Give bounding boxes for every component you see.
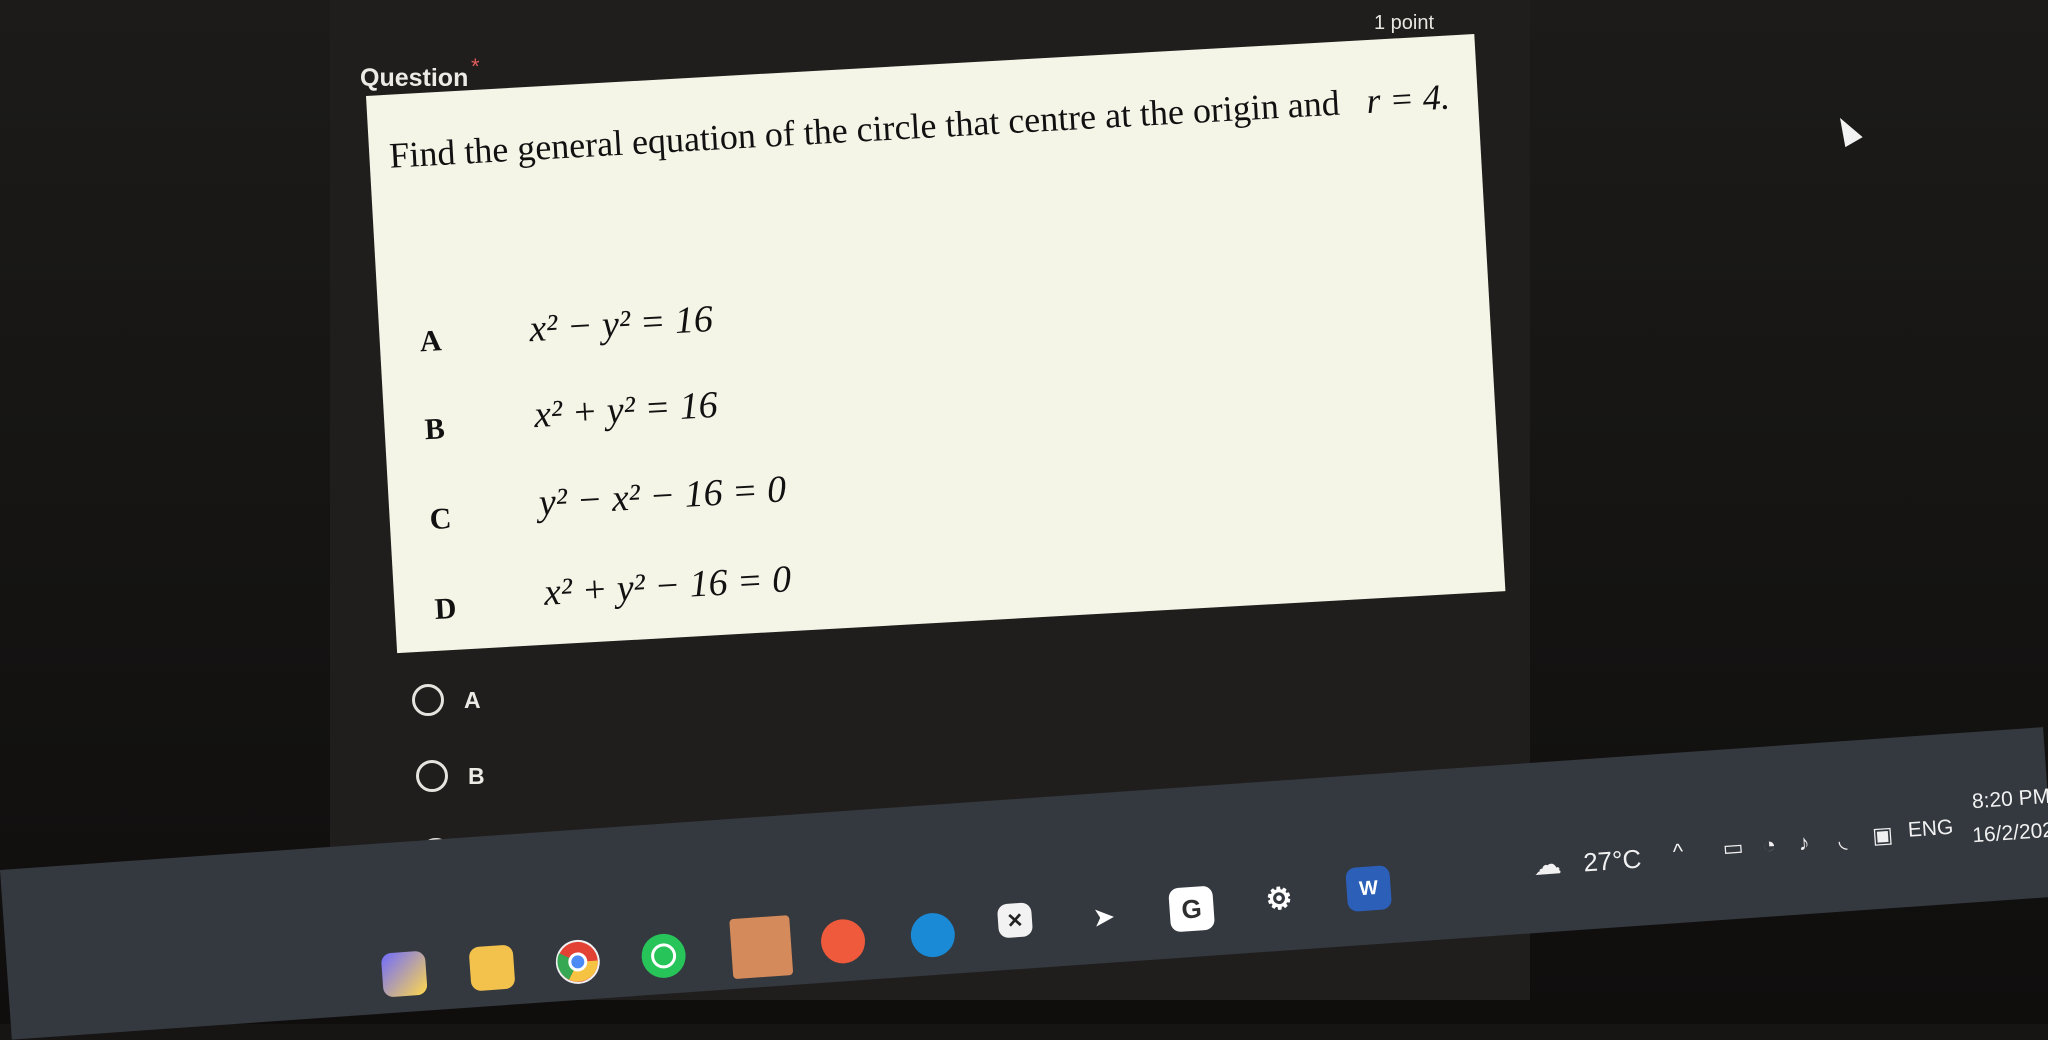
notification-app-icon[interactable]: ▣ bbox=[1871, 822, 1894, 849]
question-image: Find the general equation of the circle … bbox=[366, 34, 1506, 654]
points-label: 1 point bbox=[1374, 12, 1435, 34]
question-sentence: Find the general equation of the circle … bbox=[388, 82, 1341, 176]
option-a-letter: A bbox=[418, 324, 443, 359]
required-asterisk: * bbox=[471, 54, 480, 79]
weather-temp[interactable]: 27°C bbox=[1582, 844, 1642, 879]
mouse-cursor-icon bbox=[1831, 112, 1863, 148]
option-d-letter: D bbox=[433, 591, 458, 626]
chrome-profile-icon[interactable] bbox=[819, 917, 867, 965]
choice-label: A bbox=[464, 686, 481, 713]
whatsapp-svg bbox=[651, 943, 677, 969]
settings-icon[interactable]: ⚙ bbox=[1256, 875, 1303, 922]
option-a-equation: x² − y² = 16 bbox=[528, 298, 714, 351]
google-icon[interactable]: G bbox=[1168, 885, 1216, 933]
volume-icon[interactable]: ♪ bbox=[1798, 830, 1811, 857]
choice-label: B bbox=[468, 762, 485, 789]
option-b-letter: B bbox=[423, 412, 446, 447]
clock-date[interactable]: 16/2/202 bbox=[1972, 819, 2048, 849]
file-explorer-icon[interactable] bbox=[468, 944, 516, 992]
option-c-equation: y² − x² − 16 = 0 bbox=[537, 468, 788, 524]
option-b-equation: x² + y² = 16 bbox=[532, 383, 719, 437]
language-indicator[interactable]: ENG bbox=[1907, 816, 1954, 843]
weather-icon: ☁ bbox=[1532, 848, 1563, 881]
edge-icon[interactable] bbox=[909, 911, 957, 959]
choice-b[interactable]: B bbox=[416, 760, 485, 792]
question-text: Find the general equation of the circle … bbox=[388, 76, 1451, 177]
battery-icon[interactable]: ▭ bbox=[1722, 834, 1745, 861]
nav-app-icon[interactable]: ➤ bbox=[1080, 894, 1127, 941]
radio-icon[interactable] bbox=[416, 760, 448, 792]
screen: 1 point Question * Find the general equa… bbox=[0, 0, 2048, 1040]
chrome-svg bbox=[557, 941, 598, 982]
paint-app-icon[interactable] bbox=[729, 915, 794, 980]
option-d-equation: x² + y² − 16 = 0 bbox=[542, 558, 793, 614]
chevron-up-icon[interactable]: ^ bbox=[1672, 839, 1684, 866]
radio-icon[interactable] bbox=[412, 684, 444, 716]
gradient-app-icon[interactable] bbox=[380, 950, 428, 998]
question-title: Question bbox=[360, 64, 469, 92]
chrome-icon[interactable] bbox=[554, 938, 602, 986]
choice-a[interactable]: A bbox=[412, 684, 481, 716]
network-icon[interactable]: ◔ bbox=[1762, 832, 1777, 859]
clock-time[interactable]: 8:20 PM bbox=[1971, 785, 2048, 814]
capcut-icon[interactable]: ✕ bbox=[996, 902, 1034, 939]
word-icon[interactable]: W bbox=[1345, 865, 1393, 913]
option-c-letter: C bbox=[428, 501, 453, 537]
whatsapp-icon[interactable] bbox=[640, 932, 688, 980]
wifi-icon[interactable]: ◟ bbox=[1838, 827, 1848, 854]
question-math: r = 4. bbox=[1365, 76, 1451, 122]
